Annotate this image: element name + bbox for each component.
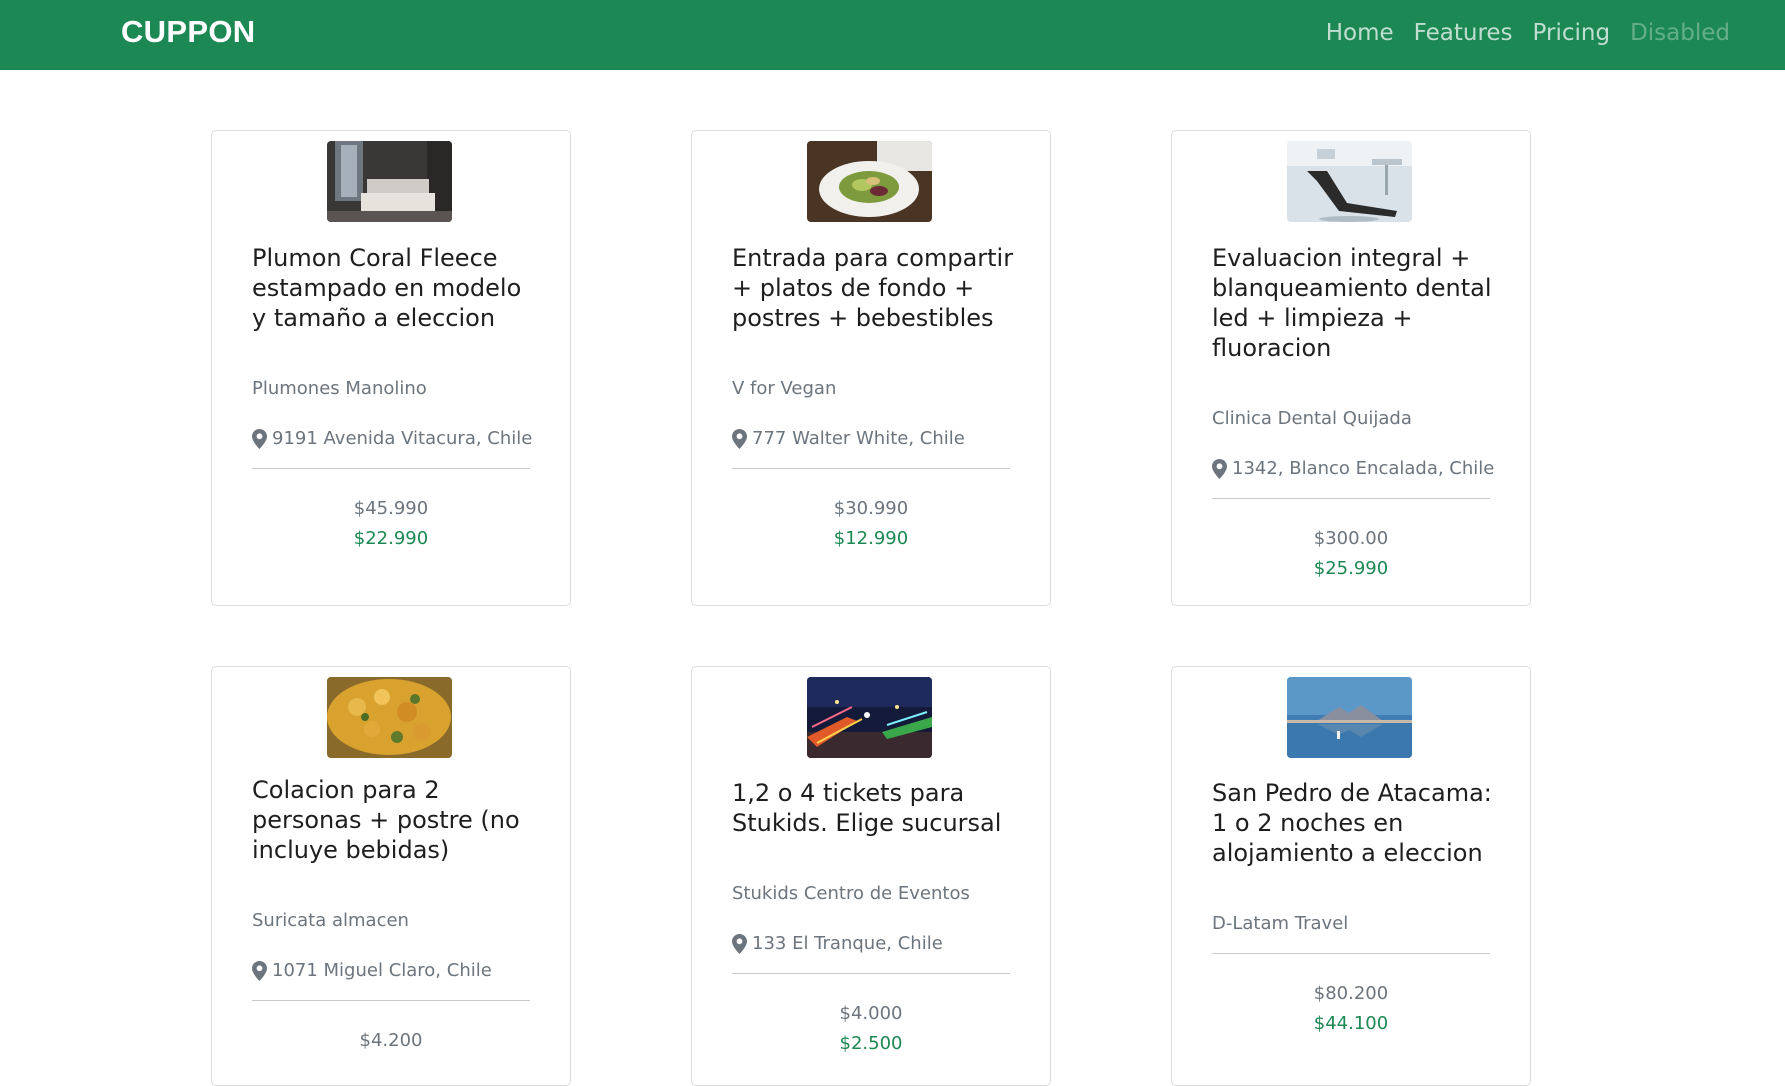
salt-lagoon-photo [1287,677,1412,758]
deal-vendor: V for Vegan [732,378,837,399]
deal-card[interactable]: Colacion para 2 personas + postre (no in… [211,666,571,1086]
fairground-night-photo [807,677,932,758]
deal-title[interactable]: 1,2 o 4 tickets para Stukids. Elige sucu… [732,778,1017,838]
card-body: San Pedro de Atacama: 1 o 2 noches en al… [1212,778,1497,1039]
deal-new-price: $22.990 [353,528,429,549]
deal-title[interactable]: San Pedro de Atacama: 1 o 2 noches en al… [1212,778,1497,868]
deal-address-text: 1071 Miguel Claro, Chile [272,960,492,981]
deal-card[interactable]: San Pedro de Atacama: 1 o 2 noches en al… [1171,666,1531,1086]
deal-old-price: $4.000 [839,1003,903,1024]
deal-prices: $4.000 $2.500 [732,999,1010,1059]
deal-title[interactable]: Plumon Coral Fleece estampado en modelo … [252,243,537,333]
card-divider [732,973,1010,974]
deal-vendor: Suricata almacen [252,910,409,931]
deal-address-text: 133 El Tranque, Chile [752,933,943,954]
deal-address: 777 Walter White, Chile [732,427,1017,451]
card-body: Plumon Coral Fleece estampado en modelo … [252,243,537,554]
deal-address: 133 El Tranque, Chile [732,932,1017,956]
salad-plate-photo [807,141,932,222]
deal-new-price: $44.100 [1313,1013,1389,1034]
deal-title[interactable]: Colacion para 2 personas + postre (no in… [252,775,537,865]
food-dish-photo [327,677,452,758]
deal-address: 1071 Miguel Claro, Chile [252,959,537,983]
deals-grid: Plumon Coral Fleece estampado en modelo … [0,0,1785,1086]
map-pin-icon [732,429,747,449]
deal-prices: $300.00 $25.990 [1212,524,1490,584]
dental-chair-photo [1287,141,1412,222]
deal-card[interactable]: Evaluacion integral + blanqueamiento den… [1171,130,1531,606]
deal-vendor: D-Latam Travel [1212,913,1349,934]
card-divider [1212,953,1490,954]
deal-new-price: $2.500 [839,1033,903,1054]
bedroom-photo [327,141,452,222]
deal-address: 1342, Blanco Encalada, Chile [1212,457,1497,481]
deal-vendor: Stukids Centro de Eventos [732,883,970,904]
deal-new-price: $12.990 [833,528,909,549]
card-body: 1,2 o 4 tickets para Stukids. Elige sucu… [732,778,1017,1059]
deal-card[interactable]: 1,2 o 4 tickets para Stukids. Elige sucu… [691,666,1051,1086]
deal-prices: $80.200 $44.100 [1212,979,1490,1039]
card-divider [252,1000,530,1001]
deal-old-price: $30.990 [833,498,909,519]
deal-title[interactable]: Evaluacion integral + blanqueamiento den… [1212,243,1497,363]
deal-card[interactable]: Plumon Coral Fleece estampado en modelo … [211,130,571,606]
deal-address-text: 1342, Blanco Encalada, Chile [1232,458,1495,479]
deal-address-text: 9191 Avenida Vitacura, Chile [272,428,533,449]
card-divider [252,468,530,469]
card-body: Evaluacion integral + blanqueamiento den… [1212,243,1497,584]
deal-old-price: $4.200 [359,1030,423,1051]
deal-old-price: $300.00 [1313,528,1389,549]
deal-vendor: Plumones Manolino [252,378,427,399]
map-pin-icon [1212,459,1227,479]
deal-title[interactable]: Entrada para compartir + platos de fondo… [732,243,1017,333]
card-body: Entrada para compartir + platos de fondo… [732,243,1017,554]
deal-address-text: 777 Walter White, Chile [752,428,965,449]
map-pin-icon [252,429,267,449]
deal-old-price: $80.200 [1313,983,1389,1004]
card-body: Colacion para 2 personas + postre (no in… [252,775,537,1056]
deal-vendor: Clinica Dental Quijada [1212,408,1412,429]
deal-prices: $45.990 $22.990 [252,494,530,554]
map-pin-icon [732,934,747,954]
deal-card[interactable]: Entrada para compartir + platos de fondo… [691,130,1051,606]
card-divider [732,468,1010,469]
deal-prices: $30.990 $12.990 [732,494,1010,554]
deal-address: 9191 Avenida Vitacura, Chile [252,427,537,451]
deal-new-price: $25.990 [1313,558,1389,579]
deal-old-price: $45.990 [353,498,429,519]
card-divider [1212,498,1490,499]
deal-prices: $4.200 [252,1026,530,1056]
map-pin-icon [252,961,267,981]
